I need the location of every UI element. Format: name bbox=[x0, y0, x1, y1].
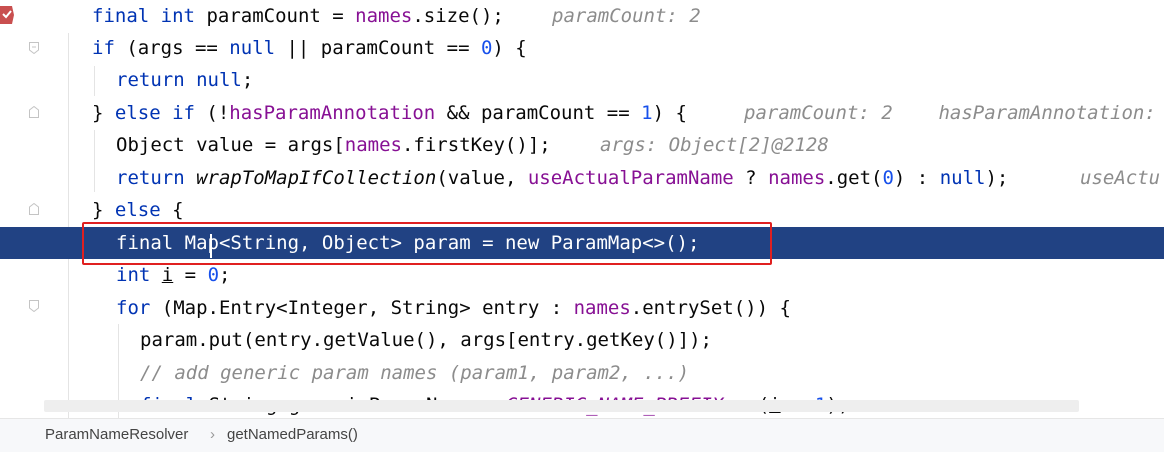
code-editor[interactable]: final int paramCount = names.size(); par… bbox=[0, 0, 1164, 418]
code-token: Map bbox=[173, 297, 208, 319]
code-token: if bbox=[92, 37, 115, 59]
code-line[interactable]: return wrapToMapIfCollection(value, useA… bbox=[0, 162, 1164, 194]
code-token: .entrySet()) { bbox=[630, 297, 791, 319]
code-token: names bbox=[768, 167, 826, 189]
code-token: return bbox=[116, 167, 185, 189]
code-token: ); bbox=[985, 167, 1009, 189]
code-token: (! bbox=[194, 102, 230, 124]
code-token: int bbox=[116, 264, 151, 286]
code-token: ) { bbox=[492, 37, 527, 59]
code-token: (value, bbox=[436, 167, 528, 189]
code-token: null bbox=[939, 167, 986, 189]
code-token: ( bbox=[150, 297, 174, 319]
code-token: else if bbox=[114, 102, 195, 124]
code-token: null bbox=[229, 37, 276, 59]
code-line[interactable]: } else if (!hasParamAnnotation && paramC… bbox=[0, 97, 1164, 129]
breadcrumb-item-method[interactable]: getNamedParams() bbox=[227, 419, 358, 451]
code-token: for bbox=[116, 297, 151, 319]
code-token: int bbox=[160, 5, 195, 27]
code-token: ) { bbox=[652, 102, 687, 124]
code-token: (args == bbox=[114, 37, 230, 59]
code-token: paramCount = bbox=[206, 5, 356, 27]
code-token: } bbox=[92, 199, 115, 221]
code-comment: // add generic param names (param1, para… bbox=[140, 362, 690, 384]
code-token: ) : bbox=[893, 167, 940, 189]
breadcrumb-separator-icon: › bbox=[210, 426, 215, 443]
breadcrumb-item-class[interactable]: ParamNameResolver bbox=[45, 419, 188, 451]
code-token: .firstKey()]; bbox=[401, 134, 551, 156]
code-token: && paramCount == bbox=[435, 102, 642, 124]
code-token: Object value = args[ bbox=[116, 134, 345, 156]
code-token: || paramCount == bbox=[275, 37, 481, 59]
code-line[interactable]: Object value = args[names.firstKey()]; a… bbox=[0, 129, 1164, 161]
code-token: names bbox=[355, 5, 413, 27]
code-token: wrapToMapIfCollection bbox=[196, 167, 437, 189]
code-token: return bbox=[116, 69, 185, 91]
inline-debug-value: args: Object[2]@2128 bbox=[600, 134, 829, 156]
code-token: 0 bbox=[207, 264, 220, 286]
code-token: final bbox=[92, 5, 150, 27]
code-line[interactable]: param.put(entry.getValue(), args[entry.g… bbox=[0, 324, 1164, 356]
code-token: 1 bbox=[641, 102, 653, 124]
code-token: = bbox=[173, 264, 208, 286]
code-token: ? bbox=[733, 167, 769, 189]
horizontal-scrollbar[interactable] bbox=[44, 400, 1079, 412]
code-line[interactable]: return null; bbox=[0, 64, 1164, 96]
code-line[interactable]: // add generic param names (param1, para… bbox=[0, 357, 1164, 389]
code-token: else bbox=[114, 199, 161, 221]
code-token: .Entry<Integer, String> entry : bbox=[207, 297, 574, 319]
code-token: 0 bbox=[480, 37, 493, 59]
code-token: .get( bbox=[825, 167, 883, 189]
code-token: { bbox=[160, 199, 184, 221]
inline-debug-value: paramCount: 2 hasParamAnnotation: bbox=[744, 102, 1156, 124]
code-token: .size(); bbox=[412, 5, 504, 27]
code-token: null bbox=[196, 69, 242, 91]
code-token: i bbox=[161, 264, 174, 286]
code-line[interactable]: for (Map.Entry<Integer, String> entry : … bbox=[0, 292, 1164, 324]
code-line[interactable]: if (args == null || paramCount == 0) { bbox=[0, 32, 1164, 64]
code-token: hasParamAnnotation bbox=[229, 102, 436, 124]
code-token: names bbox=[344, 134, 402, 156]
code-line[interactable]: final int paramCount = names.size(); par… bbox=[0, 0, 1164, 32]
code-token: } bbox=[92, 102, 115, 124]
inline-debug-value: useActu bbox=[1080, 167, 1161, 189]
inline-debug-value: paramCount: 2 bbox=[552, 5, 701, 27]
code-token: ; bbox=[241, 69, 254, 91]
code-token: ; bbox=[219, 264, 231, 286]
highlight-annotation-box bbox=[82, 222, 772, 265]
breadcrumb: ParamNameResolver › getNamedParams() bbox=[0, 418, 1164, 452]
code-token: 0 bbox=[882, 167, 894, 189]
code-token: useActualParamName bbox=[527, 167, 734, 189]
code-token: param.put(entry.getValue(), args[entry.g… bbox=[140, 329, 712, 351]
code-token: names bbox=[573, 297, 631, 319]
